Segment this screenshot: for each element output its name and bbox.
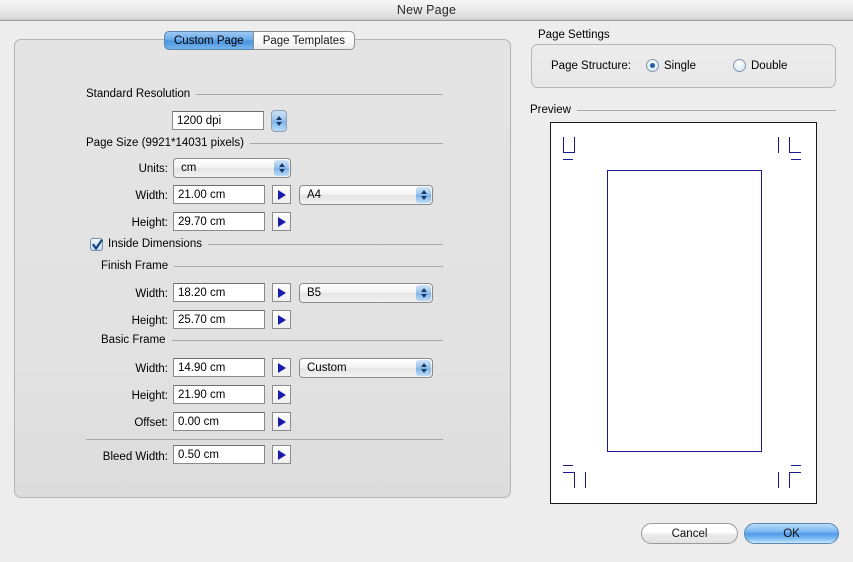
triangle-right-icon (277, 389, 286, 400)
basic-frame-label: Basic Frame (101, 334, 166, 346)
basic-frame-rule (171, 339, 443, 341)
chevron-updown-icon (416, 285, 431, 301)
page-size-rule (249, 142, 443, 144)
standard-resolution-group-header: Standard Resolution (86, 88, 443, 100)
finish-frame-preset-select[interactable]: B5 (299, 283, 433, 303)
radio-single[interactable] (646, 59, 659, 72)
page-height-input[interactable]: 29.70 cm (173, 212, 265, 231)
bleed-width-label: Bleed Width: (102, 451, 168, 463)
finish-width-label: Width: (135, 288, 168, 300)
radio-double-label: Double (751, 60, 788, 72)
basic-height-label: Height: (131, 390, 168, 402)
finish-height-label: Height: (131, 315, 168, 327)
ok-button[interactable]: OK (744, 523, 839, 544)
standard-resolution-rule (196, 93, 443, 95)
basic-height-arrow-button[interactable] (272, 385, 291, 404)
resolution-input[interactable]: 1200 dpi (172, 111, 264, 130)
finish-height-arrow-button[interactable] (272, 310, 291, 329)
basic-width-input[interactable]: 14.90 cm (173, 358, 265, 377)
window-titlebar: New Page (0, 0, 853, 21)
basic-frame-preset-value: Custom (307, 362, 347, 374)
page-size-label: Page Size (9921*14031 pixels) (86, 137, 244, 149)
page-width-input[interactable]: 21.00 cm (173, 185, 265, 204)
preview-group-header: Preview (530, 104, 836, 116)
units-label: Units: (138, 163, 168, 175)
finish-width-input[interactable]: 18.20 cm (173, 283, 265, 302)
offset-input[interactable]: 0.00 cm (173, 412, 265, 431)
basic-frame-preset-select[interactable]: Custom (299, 358, 433, 378)
inside-dimensions-checkbox[interactable] (90, 238, 104, 251)
triangle-right-icon (277, 287, 286, 298)
tab-bar: Custom Page Page Templates (164, 31, 355, 50)
page-size-preset-value: A4 (307, 189, 322, 201)
chevron-updown-icon (416, 187, 431, 203)
triangle-right-icon (277, 216, 286, 227)
crop-mark-top-right-icon (778, 137, 806, 165)
triangle-right-icon (277, 449, 286, 460)
triangle-right-icon (277, 362, 286, 373)
finish-frame-label: Finish Frame (101, 260, 169, 272)
finish-frame-preset-value: B5 (307, 287, 322, 299)
bleed-width-input[interactable]: 0.50 cm (173, 445, 265, 464)
page-width-arrow-button[interactable] (272, 185, 291, 204)
inside-dimensions-label: Inside Dimensions (108, 238, 202, 250)
triangle-right-icon (277, 314, 286, 325)
basic-width-arrow-button[interactable] (272, 358, 291, 377)
basic-frame-group-header: Basic Frame (101, 334, 443, 346)
page-size-group-header: Page Size (9921*14031 pixels) (86, 137, 443, 149)
cancel-button[interactable]: Cancel (641, 523, 738, 544)
crop-mark-bottom-right-icon (778, 465, 806, 493)
page-height-arrow-button[interactable] (272, 212, 291, 231)
basic-width-label: Width: (135, 363, 168, 375)
units-select-value: cm (181, 162, 197, 174)
crop-mark-top-left-icon (563, 137, 589, 163)
finish-frame-group-header: Finish Frame (101, 260, 443, 272)
inside-dimensions-group-header: Inside Dimensions (108, 238, 443, 250)
offset-label: Offset: (134, 417, 168, 429)
bleed-separator (86, 439, 443, 440)
units-select[interactable]: cm (173, 158, 291, 178)
crop-mark-bottom-left-icon (563, 465, 591, 493)
preview-inner-frame (607, 170, 762, 452)
inside-dimensions-rule (207, 243, 443, 245)
bleed-width-arrow-button[interactable] (272, 445, 291, 464)
chevron-updown-icon (274, 160, 289, 176)
preview-rule (576, 109, 836, 111)
window-title: New Page (396, 3, 457, 17)
stepper-down-icon (276, 122, 282, 126)
checkmark-icon (91, 238, 104, 251)
resolution-stepper[interactable] (271, 110, 287, 132)
basic-height-input[interactable]: 21.90 cm (173, 385, 265, 404)
triangle-right-icon (277, 189, 286, 200)
radio-single-label: Single (664, 60, 696, 72)
offset-arrow-button[interactable] (272, 412, 291, 431)
chevron-updown-icon (416, 360, 431, 376)
tab-custom-page[interactable]: Custom Page (164, 31, 253, 50)
finish-width-arrow-button[interactable] (272, 283, 291, 302)
preview-page (550, 122, 817, 504)
page-structure-label: Page Structure: (551, 60, 631, 72)
triangle-right-icon (277, 416, 286, 427)
page-height-label: Height: (131, 217, 168, 229)
standard-resolution-label: Standard Resolution (86, 88, 191, 100)
stepper-up-icon (276, 116, 282, 120)
finish-frame-rule (174, 265, 443, 267)
tab-page-templates[interactable]: Page Templates (252, 31, 355, 50)
radio-double[interactable] (733, 59, 746, 72)
page-width-label: Width: (135, 190, 168, 202)
preview-title: Preview (530, 104, 571, 116)
page-size-preset-select[interactable]: A4 (299, 185, 433, 205)
finish-height-input[interactable]: 25.70 cm (173, 310, 265, 329)
page-settings-title: Page Settings (538, 29, 610, 41)
